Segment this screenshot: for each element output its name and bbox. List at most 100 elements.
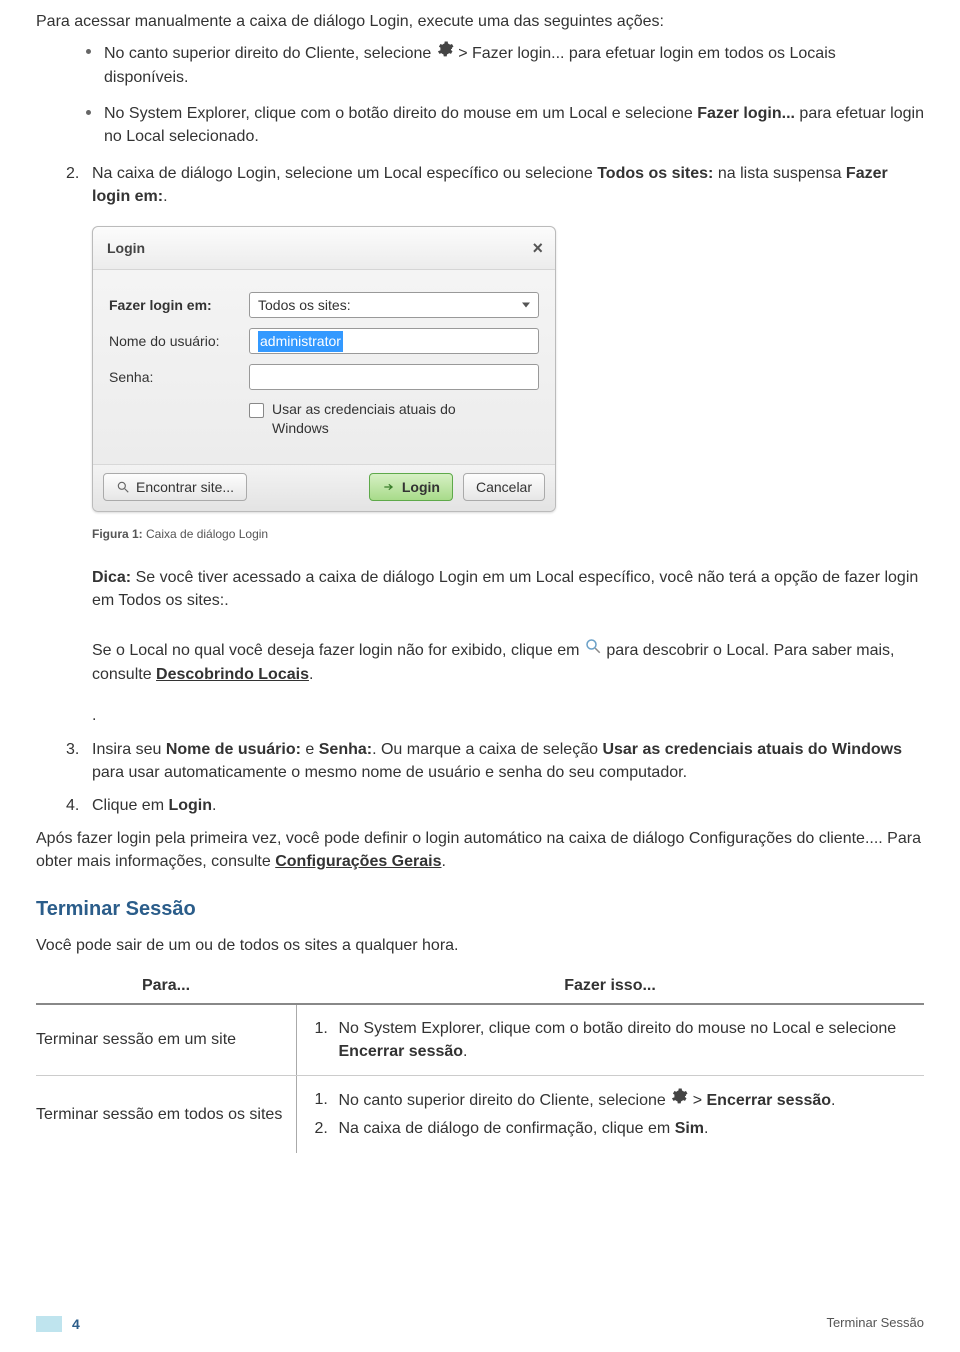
text: . (212, 797, 216, 814)
label-site: Fazer login em: (109, 295, 249, 315)
cancel-button[interactable]: Cancelar (463, 473, 545, 501)
text: . Ou marque a caixa de seleção (372, 741, 602, 758)
label-pass: Senha: (109, 367, 249, 387)
list-item: 2. Na caixa de diálogo de confirmação, c… (315, 1117, 925, 1140)
step-number: 3. (66, 738, 79, 761)
text: No canto superior direito do Cliente, se… (339, 1092, 671, 1109)
table-row: Terminar sessão em todos os sites 1. No … (36, 1076, 924, 1153)
after-login-text: Após fazer login pela primeira vez, você… (36, 827, 924, 873)
magnifier-icon (584, 637, 602, 662)
login-button[interactable]: Login (369, 473, 453, 501)
text: No canto superior direito do Cliente, se… (104, 45, 436, 62)
label-user: Nome do usuário: (109, 331, 249, 351)
site-select[interactable]: Todos os sites: (249, 292, 539, 318)
dialog-body: Fazer login em: Todos os sites: Nome do … (93, 270, 555, 464)
button-label: Encontrar site... (136, 477, 234, 497)
figure-caption: Figura 1: Caixa de diálogo Login (92, 526, 924, 543)
bullet-item-1: No canto superior direito do Cliente, se… (86, 41, 924, 89)
text: Na caixa de diálogo Login, selecione um … (92, 165, 597, 182)
tip-text: Se você tiver acessado a caixa de diálog… (92, 569, 918, 609)
text-bold: Senha: (319, 741, 372, 758)
text: No System Explorer, clique com o botão d… (339, 1020, 897, 1037)
password-input[interactable] (249, 364, 539, 390)
page-footer: 4 Terminar Sessão (0, 1314, 960, 1334)
step-4: 4. Clique em Login. (66, 794, 924, 817)
step-list-2: 3. Insira seu Nome de usuário: e Senha:.… (66, 738, 924, 818)
arrow-right-icon (382, 480, 396, 494)
logout-table: Para... Fazer isso... Terminar sessão em… (36, 968, 924, 1153)
intro-text: Para acessar manualmente a caixa de diál… (36, 10, 924, 33)
button-label: Login (402, 477, 440, 497)
text: . (309, 666, 313, 683)
footer-right-text: Terminar Sessão (826, 1314, 924, 1333)
login-dialog-figure: Login × Fazer login em: Todos os sites: … (92, 226, 556, 512)
button-label: Cancelar (476, 477, 532, 497)
text: No System Explorer, clique com o botão d… (104, 105, 697, 122)
dot-line: . (92, 704, 924, 727)
list-item: 1. No System Explorer, clique com o botã… (315, 1017, 925, 1063)
discover-block: Se o Local no qual você deseja fazer log… (92, 638, 924, 686)
page-number: 4 (72, 1314, 80, 1334)
text: Se o Local no qual você deseja fazer log… (92, 642, 584, 659)
text-bold: Sim (675, 1120, 704, 1137)
dialog-titlebar: Login × (93, 227, 555, 270)
list-number: 1. (315, 1017, 328, 1040)
step-number: 2. (66, 162, 79, 185)
list-item: 1. No canto superior direito do Cliente,… (315, 1088, 925, 1113)
text: . (163, 188, 167, 205)
list-number: 2. (315, 1117, 328, 1140)
text: . (831, 1092, 835, 1109)
close-icon[interactable]: × (532, 235, 543, 261)
link-config-gerais[interactable]: Configurações Gerais (275, 853, 441, 870)
table-header-para: Para... (36, 968, 296, 1004)
text: Insira seu (92, 741, 166, 758)
row1-label: Terminar sessão em um site (36, 1004, 296, 1076)
gear-icon (436, 40, 454, 65)
list-number: 1. (315, 1088, 328, 1111)
row1-steps: 1. No System Explorer, clique com o botã… (296, 1004, 924, 1076)
select-value: Todos os sites: (258, 295, 351, 315)
text: . (442, 853, 446, 870)
table-header-fazer: Fazer isso... (296, 968, 924, 1004)
text: Na caixa de diálogo de confirmação, cliq… (339, 1120, 675, 1137)
magnifier-icon (116, 480, 130, 494)
text: . (704, 1120, 708, 1137)
link-descobrindo-locais[interactable]: Descobrindo Locais (156, 666, 309, 683)
text: Após fazer login pela primeira vez, você… (36, 830, 921, 870)
text-bold: Usar as credenciais atuais do Windows (602, 741, 902, 758)
table-row: Terminar sessão em um site 1. No System … (36, 1004, 924, 1076)
text-bold: Nome de usuário: (166, 741, 301, 758)
text: na lista suspensa (713, 165, 846, 182)
username-input[interactable]: administrator (249, 328, 539, 354)
text-bold: Todos os sites: (597, 165, 713, 182)
section-intro: Você pode sair de um ou de todos os site… (36, 934, 924, 957)
text: > (693, 1092, 707, 1109)
step-list: 2. Na caixa de diálogo Login, selecione … (66, 162, 924, 208)
find-site-button[interactable]: Encontrar site... (103, 473, 247, 501)
step-number: 4. (66, 794, 79, 817)
footer-marker (36, 1316, 62, 1332)
checkbox-row: Usar as credenciais atuais do Windows (249, 400, 539, 438)
windows-creds-checkbox[interactable] (249, 403, 264, 418)
text: . (463, 1043, 467, 1060)
text-bold: Encerrar sessão (339, 1043, 464, 1060)
text-bold: Encerrar sessão (707, 1092, 832, 1109)
figure-text: Caixa de diálogo Login (143, 527, 268, 541)
text-bold: Fazer login... (697, 105, 795, 122)
tip-label: Dica: (92, 569, 131, 586)
section-terminar-sessao: Terminar Sessão (36, 895, 924, 924)
gear-icon (670, 1087, 688, 1112)
bullet-item-2: No System Explorer, clique com o botão d… (86, 102, 924, 148)
text: e (301, 741, 319, 758)
text: para usar automaticamente o mesmo nome d… (92, 764, 687, 781)
row2-steps: 1. No canto superior direito do Cliente,… (296, 1076, 924, 1153)
checkbox-label: Usar as credenciais atuais do Windows (272, 400, 502, 438)
input-value: administrator (258, 331, 343, 351)
step-3: 3. Insira seu Nome de usuário: e Senha:.… (66, 738, 924, 784)
text: Clique em (92, 797, 168, 814)
figure-label: Figura 1: (92, 527, 143, 541)
tip-block: Dica: Se você tiver acessado a caixa de … (92, 566, 924, 612)
bullet-list: No canto superior direito do Cliente, se… (86, 41, 924, 148)
dialog-title: Login (107, 238, 145, 258)
row2-label: Terminar sessão em todos os sites (36, 1076, 296, 1153)
